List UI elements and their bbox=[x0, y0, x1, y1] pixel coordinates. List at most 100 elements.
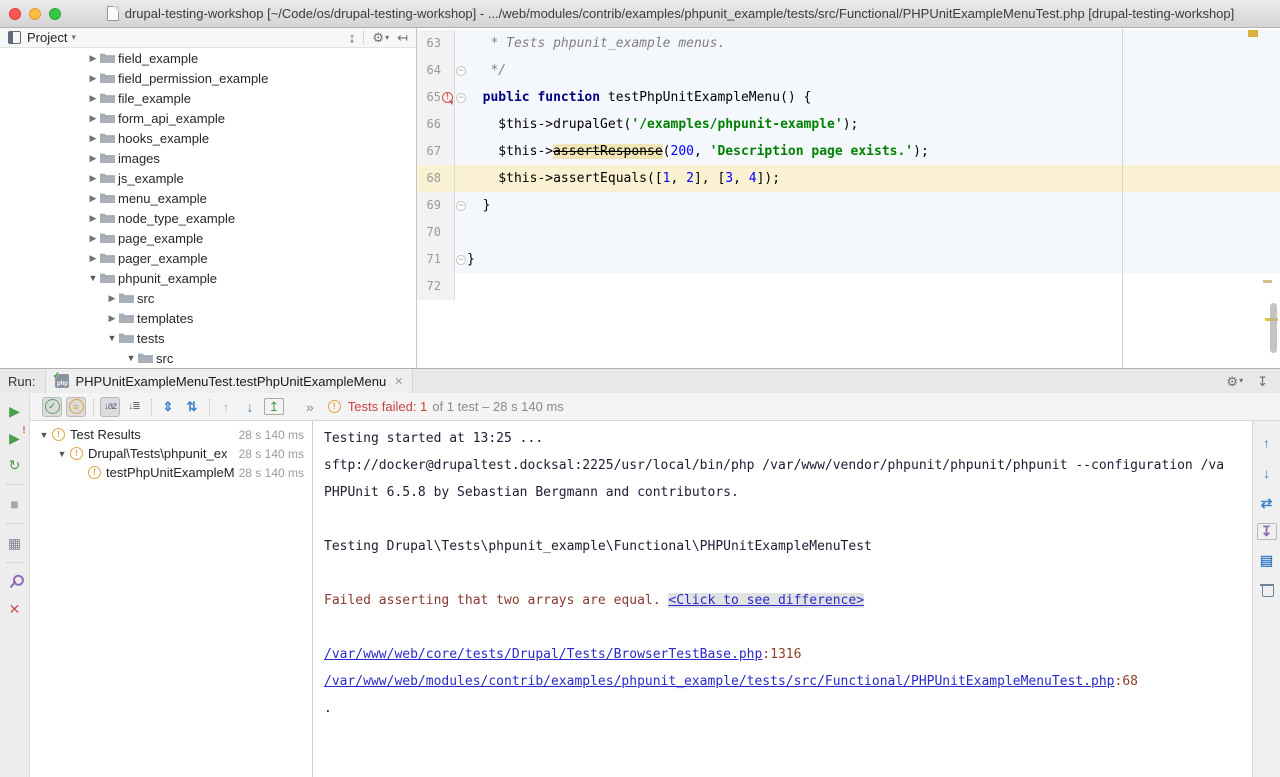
fold-icon[interactable]: − bbox=[456, 201, 466, 211]
soft-wrap-button[interactable]: ⇄ bbox=[1257, 493, 1277, 513]
editor-line: 69− } bbox=[417, 192, 1280, 219]
console-link[interactable]: /var/www/web/modules/contrib/examples/ph… bbox=[324, 674, 1115, 689]
fold-cell: − bbox=[455, 246, 467, 273]
up-the-stack-trace-button[interactable]: ↑ bbox=[1257, 433, 1277, 453]
collapse-all-button[interactable]: ⇅ bbox=[182, 397, 202, 417]
project-panel-title[interactable]: Project bbox=[27, 30, 67, 45]
test-tree-item[interactable]: !testPhpUnitExampleM28 s 140 ms bbox=[30, 463, 312, 482]
toggle-auto-test-button[interactable]: ↻ bbox=[5, 455, 25, 475]
zoom-window-button[interactable] bbox=[49, 8, 61, 20]
project-tree-item[interactable]: ▶form_api_example bbox=[0, 108, 416, 128]
code-token: 'Description page exists.' bbox=[710, 144, 914, 159]
down-the-stack-trace-button[interactable]: ↓ bbox=[1257, 463, 1277, 483]
chevron-right-icon[interactable]: ▶ bbox=[86, 113, 100, 124]
chevron-down-icon[interactable]: ▾ bbox=[71, 32, 76, 43]
close-button[interactable]: ✕ bbox=[5, 599, 25, 619]
code-token: 2 bbox=[686, 171, 694, 186]
chevron-right-icon[interactable]: ▶ bbox=[86, 193, 100, 204]
sort-by-duration-button[interactable]: ↓≣ bbox=[124, 397, 144, 417]
chevron-down-icon[interactable]: ▼ bbox=[105, 333, 119, 343]
project-tree-item[interactable]: ▼ phpunit_example bbox=[0, 268, 416, 288]
chevron-down-icon[interactable]: ▼ bbox=[36, 430, 52, 440]
code-token: } bbox=[467, 198, 490, 213]
chevron-right-icon[interactable]: ▶ bbox=[86, 133, 100, 144]
restore-layout-button[interactable]: ▦ bbox=[5, 533, 25, 553]
project-tree-item[interactable]: ▶menu_example bbox=[0, 188, 416, 208]
hide-panel-icon[interactable]: ↤ bbox=[397, 31, 408, 44]
console-link[interactable]: /var/www/web/core/tests/Drupal/Tests/Bro… bbox=[324, 647, 762, 662]
next-failed-test-button[interactable]: ↓ bbox=[240, 397, 260, 417]
fold-cell bbox=[455, 138, 467, 165]
chevron-right-icon[interactable]: ▶ bbox=[86, 233, 100, 244]
project-tree-item[interactable]: ▼tests bbox=[0, 328, 416, 348]
expand-all-button[interactable]: ⇕ bbox=[158, 397, 178, 417]
chevron-right-icon[interactable]: ▶ bbox=[86, 253, 100, 264]
rerun-failed-tests-button[interactable]: ▶! bbox=[5, 428, 25, 448]
chevron-right-icon[interactable]: ▶ bbox=[86, 53, 100, 64]
project-tree-item[interactable]: ▶templates bbox=[0, 308, 416, 328]
project-tree-item[interactable]: ▶src bbox=[0, 288, 416, 308]
code-editor[interactable]: 63 * Tests phpunit_example menus.64− */6… bbox=[417, 28, 1280, 368]
export-test-results-button[interactable]: ↥ bbox=[264, 398, 284, 415]
chevron-right-icon[interactable]: ▶ bbox=[86, 153, 100, 164]
inspection-indicator[interactable] bbox=[1248, 30, 1258, 37]
test-results-tree: ▼!Test Results28 s 140 ms▼!Drupal\Tests\… bbox=[30, 421, 313, 777]
project-tree-item[interactable]: ▼src bbox=[0, 348, 416, 368]
project-tree-item[interactable]: ▶pager_example bbox=[0, 248, 416, 268]
hide-panel-icon[interactable]: ↧ bbox=[1257, 375, 1268, 388]
chevron-right-icon[interactable]: ▶ bbox=[86, 173, 100, 184]
show-ignored-button[interactable]: ≡ bbox=[66, 397, 86, 417]
fold-icon[interactable]: − bbox=[456, 66, 466, 76]
console-link[interactable]: <Click to see difference> bbox=[668, 593, 864, 608]
minimize-window-button[interactable] bbox=[29, 8, 41, 20]
test-console-output[interactable]: Testing started at 13:25 ...sftp://docke… bbox=[314, 421, 1252, 777]
console-line bbox=[324, 506, 1252, 533]
print-button[interactable]: ▤ bbox=[1257, 550, 1277, 570]
editor-scrollbar[interactable] bbox=[1270, 303, 1277, 353]
warning-stripe-mark[interactable] bbox=[1263, 280, 1272, 283]
folder-name: phpunit_example bbox=[118, 271, 217, 286]
rerun-button[interactable]: ▶ bbox=[5, 401, 25, 421]
select-opened-file-icon[interactable]: ↨ bbox=[349, 31, 356, 44]
project-tree-item[interactable]: ▶hooks_example bbox=[0, 128, 416, 148]
project-tree-item[interactable]: ▶file_example bbox=[0, 88, 416, 108]
chevron-down-icon[interactable]: ▼ bbox=[54, 449, 70, 459]
chevron-down-icon[interactable]: ▼ bbox=[86, 273, 100, 283]
project-tree-item[interactable]: ▶field_permission_example bbox=[0, 68, 416, 88]
test-failed-gutter-icon[interactable]: ! bbox=[442, 92, 453, 103]
clear-all-button[interactable] bbox=[1257, 580, 1277, 600]
title-bar: drupal-testing-workshop [~/Code/os/drupa… bbox=[0, 0, 1280, 28]
chevron-right-icon[interactable]: ▶ bbox=[105, 293, 119, 304]
project-tree-item[interactable]: ▶field_example bbox=[0, 48, 416, 68]
scroll-to-end-button[interactable]: ↧ bbox=[1257, 523, 1277, 540]
previous-failed-test-button[interactable]: ↑ bbox=[216, 397, 236, 417]
show-passed-button[interactable]: ✓ bbox=[42, 397, 62, 417]
code-token: } bbox=[467, 252, 475, 267]
line-number: 67 bbox=[417, 138, 441, 165]
project-tree-item[interactable]: ▶node_type_example bbox=[0, 208, 416, 228]
run-tab[interactable]: ✓ php PHPUnitExampleMenuTest.testPhpUnit… bbox=[45, 369, 413, 393]
test-tree-item[interactable]: ▼!Drupal\Tests\phpunit_ex28 s 140 ms bbox=[30, 444, 312, 463]
settings-icon[interactable]: ⚙▾ bbox=[372, 31, 389, 44]
fold-icon[interactable]: − bbox=[456, 93, 466, 103]
close-tab-icon[interactable]: ✕ bbox=[394, 375, 403, 388]
close-window-button[interactable] bbox=[9, 8, 21, 20]
chevron-right-icon[interactable]: ▶ bbox=[86, 73, 100, 84]
sort-alphabetically-button[interactable]: ↓az bbox=[100, 397, 120, 417]
code-token: ]); bbox=[757, 171, 780, 186]
project-tree-item[interactable]: ▶page_example bbox=[0, 228, 416, 248]
chevron-right-icon[interactable]: ▶ bbox=[86, 93, 100, 104]
fold-icon[interactable]: − bbox=[456, 255, 466, 265]
settings-icon[interactable]: ⚙▾ bbox=[1226, 375, 1243, 388]
run-tool-window: Run: ✓ php PHPUnitExampleMenuTest.testPh… bbox=[0, 368, 1280, 777]
chevron-right-icon[interactable]: ▶ bbox=[105, 313, 119, 324]
test-tree-item[interactable]: ▼!Test Results28 s 140 ms bbox=[30, 425, 312, 444]
chevrons-icon[interactable]: » bbox=[306, 399, 314, 415]
stop-button[interactable]: ■ bbox=[5, 494, 25, 514]
project-tree-item[interactable]: ▶images bbox=[0, 148, 416, 168]
project-tree-item[interactable]: ▶js_example bbox=[0, 168, 416, 188]
line-number: 68 bbox=[417, 165, 441, 192]
chevron-down-icon[interactable]: ▼ bbox=[124, 353, 138, 363]
pin-tab-button[interactable] bbox=[0, 568, 28, 596]
chevron-right-icon[interactable]: ▶ bbox=[86, 213, 100, 224]
